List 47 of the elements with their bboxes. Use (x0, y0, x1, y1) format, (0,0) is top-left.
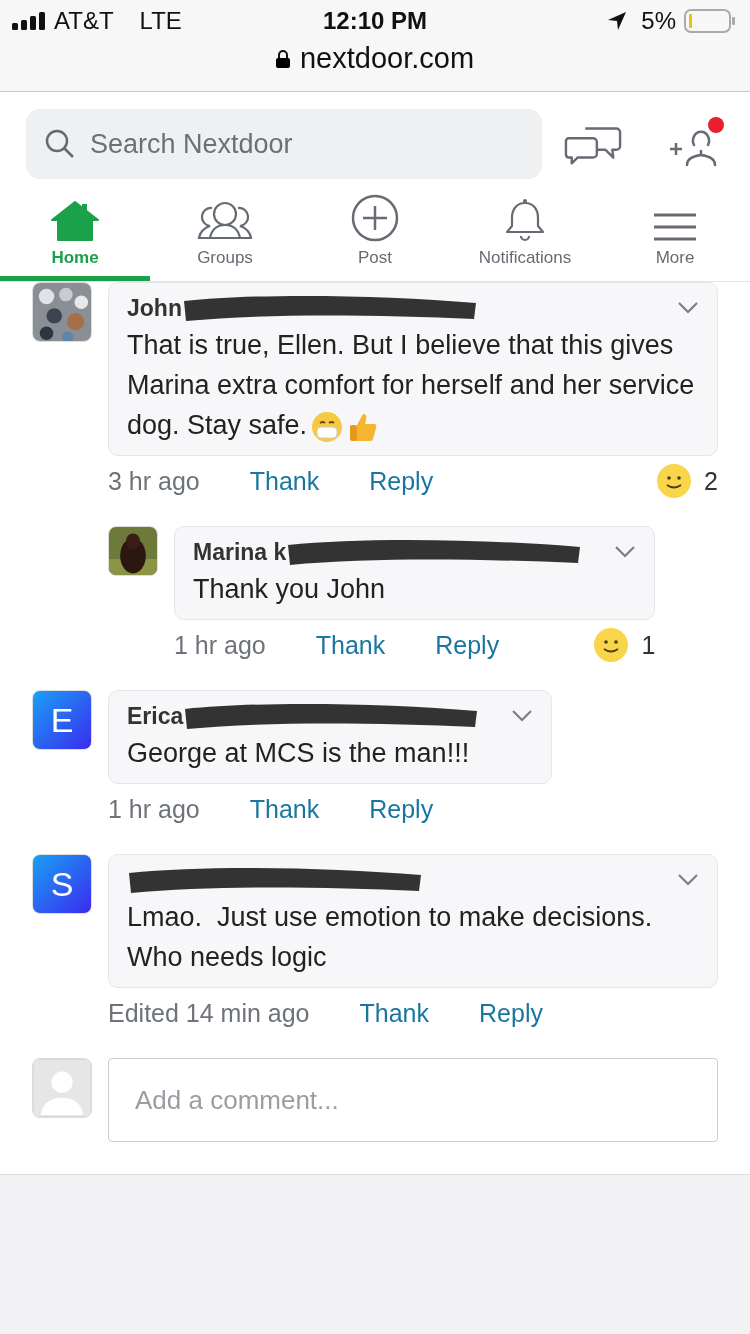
comment-action-link[interactable]: Thank (359, 998, 429, 1028)
smiley-icon[interactable] (656, 463, 693, 499)
group-icon (196, 200, 254, 242)
avatar[interactable]: S (32, 854, 92, 914)
battery-percent: 5% (641, 7, 676, 35)
comment-text: That is true, Ellen. But I believe that this gives Marina extra comfort for herself and her service dog. Stay safe. (127, 325, 699, 445)
reaction-count: 1 (641, 630, 656, 660)
signal-icon (12, 12, 46, 30)
comment-input-field[interactable]: Add a comment... (108, 1058, 718, 1142)
reaction-count: 2 (704, 466, 718, 496)
nav-tab[interactable]: Notifications (450, 189, 600, 281)
comment-action-link[interactable]: Reply (369, 794, 434, 824)
mask-face-icon (311, 410, 344, 443)
comment-action-link[interactable]: Reply (479, 998, 543, 1028)
menu-icon (654, 212, 696, 242)
carrier: AT&T (54, 7, 114, 35)
comment-action-link[interactable]: Reply (435, 630, 500, 660)
network-type: LTE (139, 7, 182, 35)
comment-text: Thank you John (193, 573, 387, 606)
location-arrow-icon (607, 11, 628, 31)
comment-action-link[interactable]: Thank (249, 466, 320, 496)
lock-icon (275, 49, 290, 68)
nav-tab[interactable]: Groups (150, 189, 300, 281)
clock: 12:10 PM (322, 7, 428, 35)
timestamp: 1 hr ago (174, 630, 266, 660)
house-icon (50, 200, 100, 242)
search-field[interactable]: Search Nextdoor (26, 109, 542, 179)
plus-circle-icon (351, 194, 399, 242)
author-name[interactable]: Marina k (193, 538, 287, 566)
author-name[interactable]: John (127, 294, 182, 322)
battery-icon (684, 9, 736, 33)
timestamp: 1 hr ago (108, 794, 200, 824)
comment-text: George at MCS is the man!!! (127, 737, 471, 770)
person-silhouette-icon (32, 1058, 92, 1118)
author-name[interactable]: Erica (127, 702, 184, 730)
comment-action-link[interactable]: Thank (249, 794, 320, 824)
timestamp: 3 hr ago (108, 466, 200, 496)
bell-icon (504, 198, 546, 242)
comment-text: Lmao. Just use emotion to make decisions. Who needs logic (127, 901, 654, 974)
avatar[interactable]: E (32, 690, 92, 750)
smiley-icon[interactable] (593, 627, 630, 663)
nav-tab[interactable]: More (600, 189, 750, 281)
comment-action-link[interactable]: Thank (315, 630, 386, 660)
nav-tab[interactable]: Post (300, 189, 450, 281)
timestamp: Edited 14 min ago (108, 998, 310, 1028)
comment-action-link[interactable]: Reply (369, 466, 434, 496)
url[interactable]: nextdoor.com (299, 42, 475, 75)
